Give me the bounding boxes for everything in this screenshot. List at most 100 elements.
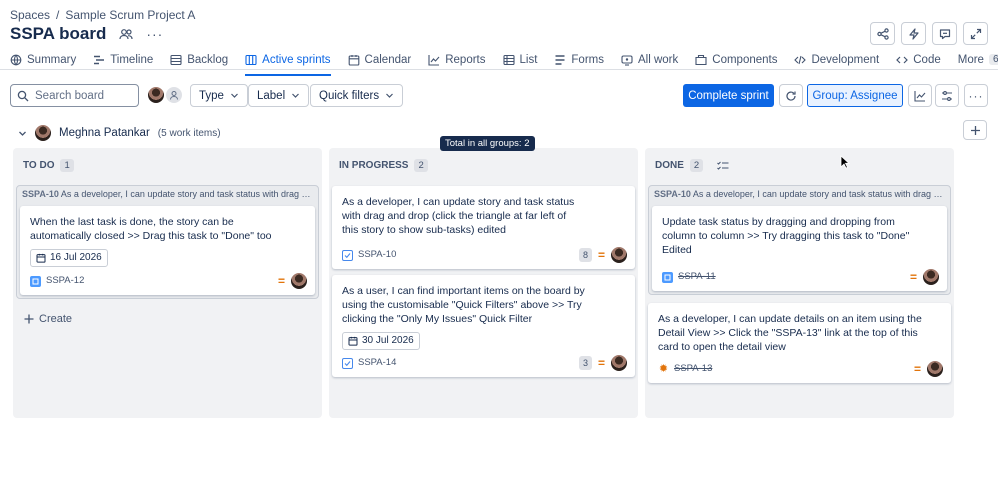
- story-points: 8: [578, 248, 592, 262]
- automation-icon[interactable]: [901, 22, 926, 45]
- tab-label: List: [519, 53, 538, 66]
- parent-key[interactable]: SSPA-10: [22, 189, 59, 199]
- type-filter-button[interactable]: Type: [190, 84, 248, 107]
- tab-all-work[interactable]: All work: [621, 51, 678, 68]
- work-item-card[interactable]: As a developer, I can update details on …: [648, 303, 951, 383]
- column-done: DONE 2 SSPA-10 As a developer, I can upd…: [645, 148, 954, 418]
- assignee-filter: [148, 87, 182, 103]
- breadcrumb-spaces[interactable]: Spaces: [10, 8, 50, 22]
- work-item-card[interactable]: As a user, I can find important items on…: [332, 275, 635, 377]
- avatar[interactable]: [923, 269, 939, 285]
- tab-active-sprints[interactable]: Active sprints: [245, 51, 331, 76]
- complete-sprint-button[interactable]: Complete sprint: [683, 84, 774, 107]
- more-actions-icon[interactable]: ···: [964, 84, 988, 107]
- breadcrumb-separator: /: [56, 8, 60, 22]
- backlog-icon: [170, 54, 182, 66]
- share-icon[interactable]: [870, 22, 895, 45]
- tab-components[interactable]: Components: [695, 51, 777, 68]
- work-item-card[interactable]: Update task status by dragging and dropp…: [652, 206, 947, 291]
- insights-icon[interactable]: [908, 84, 932, 107]
- avatar[interactable]: [291, 273, 307, 289]
- plus-icon: [24, 314, 34, 324]
- sprint-refresh-icon[interactable]: [779, 84, 803, 107]
- tab-label: Active sprints: [262, 53, 331, 66]
- avatar[interactable]: [611, 247, 627, 263]
- chevron-down-icon: [385, 91, 394, 100]
- code-icon: [896, 54, 909, 66]
- tab-forms[interactable]: Forms: [554, 51, 604, 68]
- card-key[interactable]: SSPA-10: [358, 248, 396, 262]
- column-header: IN PROGRESS 2: [339, 159, 428, 172]
- avatar[interactable]: [148, 87, 164, 103]
- priority-medium-icon: =: [597, 356, 605, 370]
- card-key[interactable]: SSPA-14: [358, 356, 396, 370]
- tab-summary[interactable]: Summary: [10, 51, 76, 68]
- chevron-down-icon: [230, 91, 239, 100]
- card-key[interactable]: SSPA-11: [678, 270, 716, 284]
- card-footer: SSPA-14 3 =: [342, 355, 627, 371]
- parent-header: SSPA-10 As a developer, I can update sto…: [17, 186, 318, 202]
- swimlane-assignee: Meghna Patankar: [59, 127, 150, 139]
- tab-code[interactable]: Code: [896, 51, 941, 68]
- tab-timeline[interactable]: Timeline: [93, 51, 153, 68]
- tab-reports[interactable]: Reports: [428, 51, 486, 68]
- card-summary: As a developer, I can update details on …: [658, 313, 922, 353]
- tab-backlog[interactable]: Backlog: [170, 51, 228, 68]
- avatar[interactable]: [611, 355, 627, 371]
- breadcrumb-project[interactable]: Sample Scrum Project A: [65, 8, 195, 22]
- card-summary: As a user, I can find important items on…: [342, 285, 585, 325]
- components-icon: [695, 54, 707, 66]
- tooltip: Total in all groups: 2: [440, 136, 535, 151]
- tab-bar: Summary Timeline Backlog Active sprints …: [10, 51, 998, 76]
- label-filter-button[interactable]: Label: [248, 84, 310, 107]
- calendar-icon: [348, 54, 360, 66]
- more-options-icon[interactable]: ···: [146, 26, 163, 42]
- chart-icon: [428, 54, 440, 66]
- parent-key[interactable]: SSPA-10: [654, 189, 691, 199]
- chevron-down-icon[interactable]: [18, 129, 27, 138]
- search-input[interactable]: Search board: [10, 84, 139, 107]
- parent-summary: As a developer, I can update story and t…: [60, 189, 315, 199]
- tab-list[interactable]: List: [502, 51, 538, 68]
- tab-more-count: 6: [988, 54, 998, 65]
- unassigned-avatar-icon[interactable]: [166, 87, 182, 103]
- team-icon[interactable]: [116, 24, 136, 44]
- create-button[interactable]: Create: [24, 313, 72, 325]
- priority-medium-icon: =: [913, 362, 921, 376]
- due-date: 16 Jul 2026: [30, 249, 108, 267]
- mouse-cursor-icon: [840, 155, 850, 169]
- tabs-divider: [0, 69, 998, 70]
- card-key[interactable]: SSPA-12: [46, 274, 84, 288]
- quick-filters-button[interactable]: Quick filters: [310, 84, 404, 107]
- due-date: 30 Jul 2026: [342, 332, 420, 350]
- feedback-icon[interactable]: [932, 22, 957, 45]
- work-item-card[interactable]: When the last task is done, the story ca…: [20, 206, 315, 295]
- swimlane-header[interactable]: Meghna Patankar (5 work items): [18, 125, 221, 141]
- due-date-value: 16 Jul 2026: [50, 252, 102, 263]
- column-count: 2: [414, 159, 428, 172]
- tab-label: Development: [811, 53, 880, 66]
- timeline-icon: [93, 54, 105, 66]
- view-settings-icon[interactable]: [935, 84, 959, 107]
- fullscreen-icon[interactable]: [963, 22, 988, 45]
- task-checkbox-icon: [342, 249, 353, 261]
- calendar-icon: [348, 336, 358, 346]
- column-count: 1: [60, 159, 74, 172]
- tab-more[interactable]: More 6: [958, 51, 998, 68]
- add-column-button[interactable]: [963, 120, 987, 140]
- search-placeholder: Search board: [35, 89, 105, 102]
- forms-icon: [554, 54, 566, 66]
- tab-calendar[interactable]: Calendar: [348, 51, 411, 68]
- due-date-value: 30 Jul 2026: [362, 335, 414, 346]
- parent-summary: As a developer, I can update story and t…: [692, 189, 950, 199]
- parent-header: SSPA-10 As a developer, I can update sto…: [649, 186, 950, 202]
- avatar[interactable]: [927, 361, 943, 377]
- task-checkbox-icon: [342, 357, 353, 369]
- work-item-card[interactable]: As a developer, I can update story and t…: [332, 186, 635, 269]
- tab-label: Code: [913, 53, 941, 66]
- group-by-button[interactable]: Group: Assignee: [807, 84, 903, 107]
- card-key[interactable]: SSPA-13: [674, 362, 712, 376]
- code-brackets-icon: [794, 54, 807, 66]
- tab-development[interactable]: Development: [794, 51, 879, 68]
- column-in-progress: IN PROGRESS 2 As a developer, I can upda…: [329, 148, 638, 418]
